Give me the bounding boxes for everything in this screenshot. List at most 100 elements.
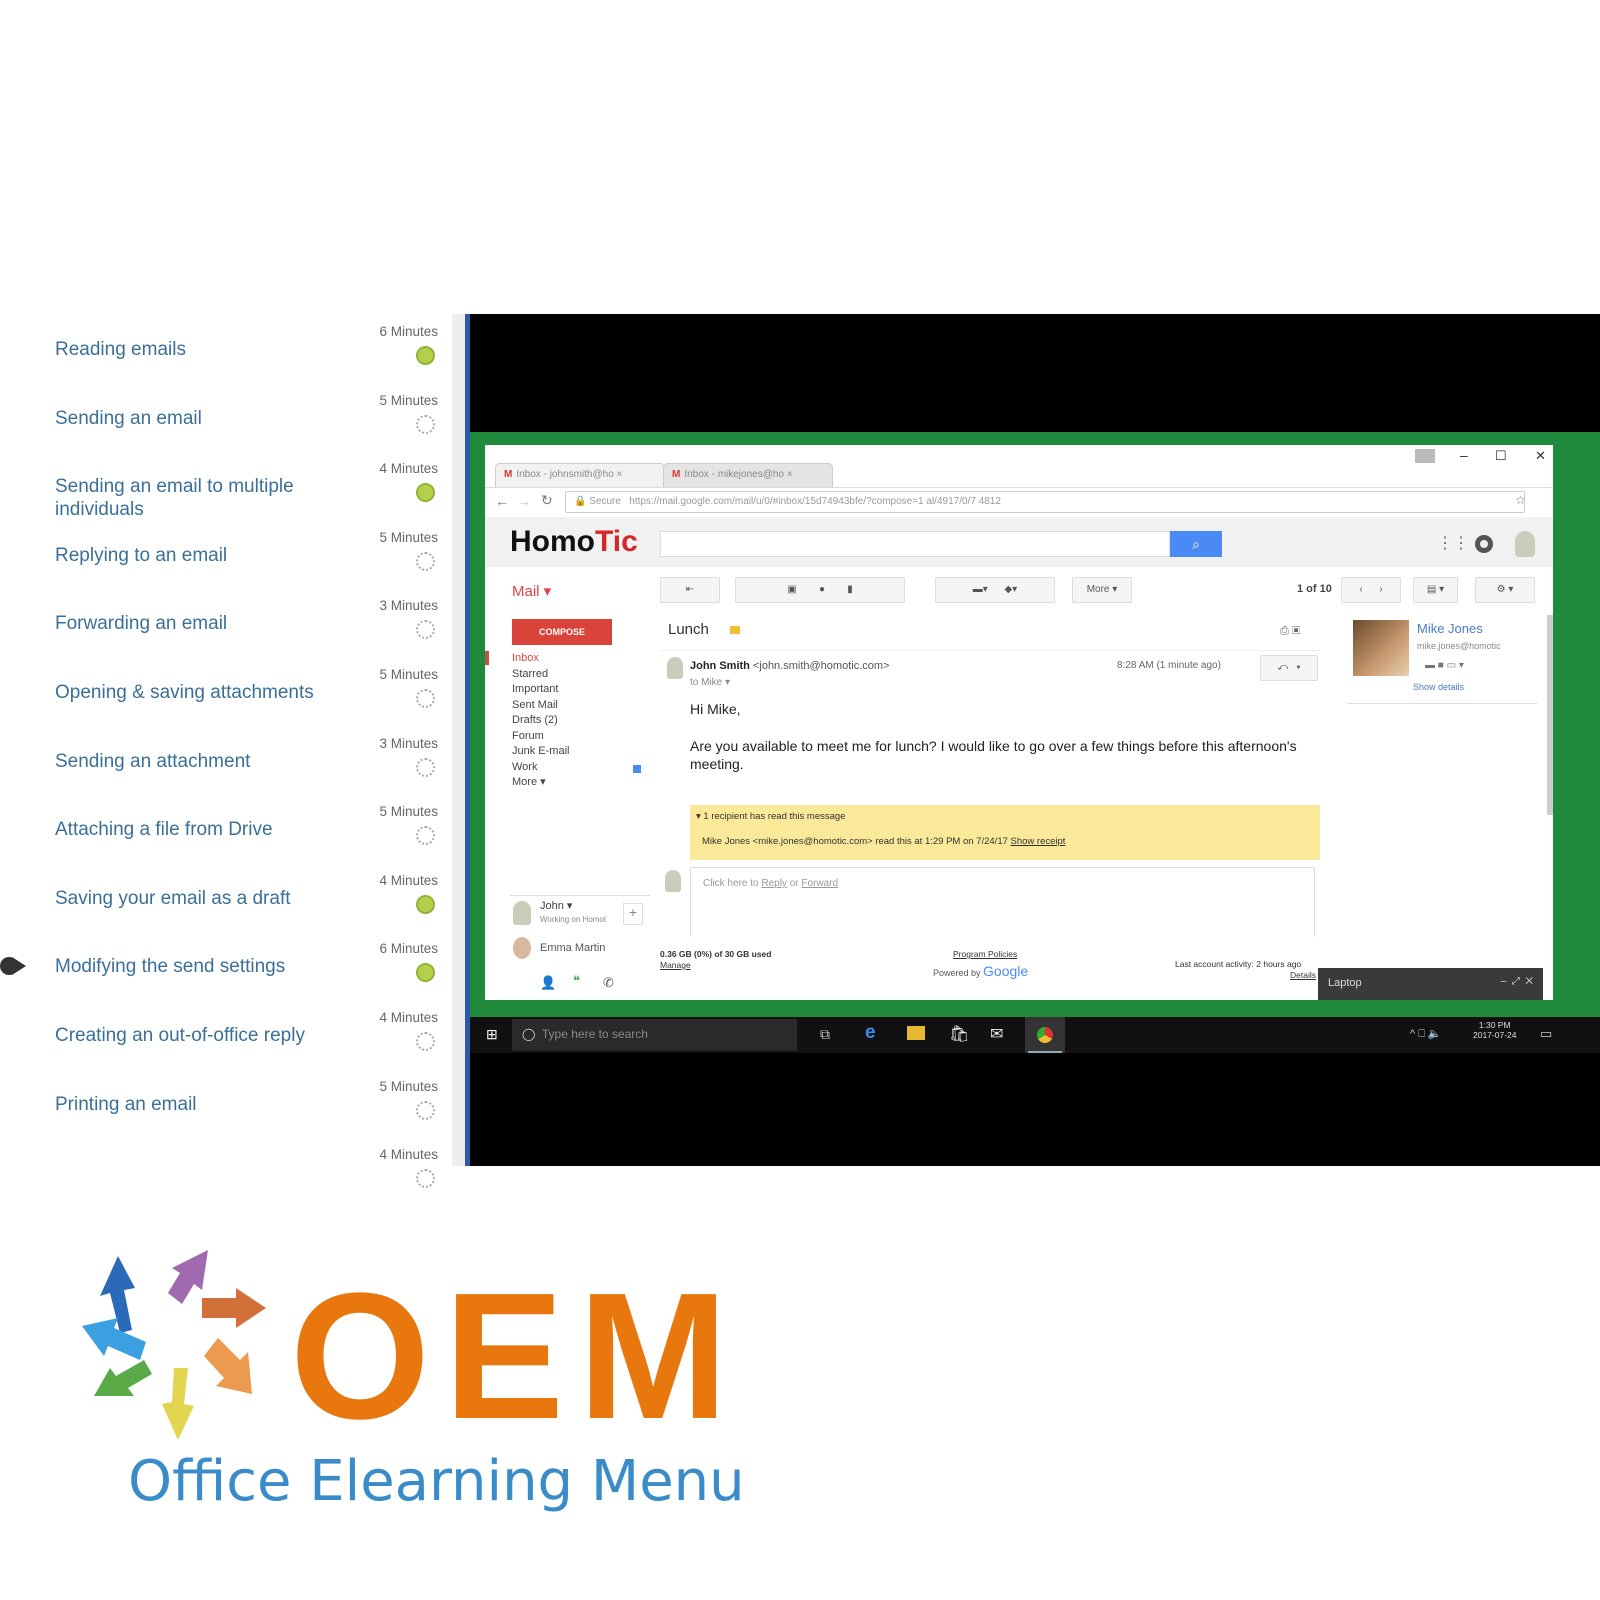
search-button[interactable]: ⌕ (1170, 531, 1222, 557)
lesson-item[interactable]: Reading emails 6 Minutes (0, 324, 450, 392)
lesson-item[interactable]: Attaching a file from Drive 5 Minutes (0, 804, 450, 872)
compose-button[interactable]: COMPOSE (512, 619, 612, 645)
windows-start-icon[interactable]: ⊞ (486, 1026, 498, 1043)
back-to-inbox-button[interactable]: ⇤ (660, 577, 720, 603)
mail-dropdown[interactable]: Mail ▾ (512, 582, 551, 600)
lesson-duration: 5 Minutes (379, 667, 438, 682)
star-icon[interactable]: ☆ (1515, 493, 1526, 507)
maximize-icon[interactable]: ☐ (1495, 448, 1507, 464)
folder-item[interactable]: Drafts (2) (512, 713, 622, 729)
lesson-item[interactable]: Sending an email to multiple individuals… (0, 461, 450, 529)
lesson-title[interactable]: Saving your email as a draft (55, 887, 345, 910)
lesson-title[interactable]: Forwarding an email (55, 612, 345, 635)
program-policies-link[interactable]: Program Policies (953, 949, 1017, 959)
reply-button[interactable]: ⤺ ▾ (1260, 655, 1318, 681)
lesson-item[interactable]: 4 Minutes (0, 1147, 450, 1189)
lesson-item[interactable]: Creating an out-of-office reply 4 Minutes (0, 1010, 450, 1078)
lesson-item[interactable]: Sending an attachment 3 Minutes (0, 736, 450, 804)
chat-contact-name[interactable]: John ▾ (540, 899, 572, 912)
minimize-icon[interactable]: – (1460, 447, 1468, 463)
lesson-item[interactable]: Saving your email as a draft 4 Minutes (0, 873, 450, 941)
receipt-header[interactable]: ▾ 1 recipient has read this message (696, 811, 845, 822)
print-icon[interactable]: ⎙ ▣ (1280, 625, 1300, 638)
lesson-title[interactable]: Modifying the send settings (55, 955, 345, 978)
account-avatar[interactable] (1515, 531, 1535, 557)
system-tray-icons[interactable]: ^ ⎕ 🔈 (1410, 1027, 1442, 1041)
input-tools-button[interactable]: ▤ ▾ (1413, 577, 1458, 603)
prev-next-buttons[interactable]: ‹ › (1341, 577, 1401, 603)
forward-icon[interactable]: → (517, 493, 531, 509)
page-scrollbar[interactable] (1547, 615, 1553, 815)
lesson-title[interactable]: Sending an email to multiple individuals (55, 475, 345, 521)
chrome-taskbar-button[interactable] (1025, 1017, 1065, 1053)
browser-tab-2[interactable]: M Inbox - mikejones@ho × (663, 463, 833, 487)
folder-item[interactable]: Inbox (512, 651, 622, 667)
address-bar[interactable]: 🔒 Secure https://mail.google.com/mail/u/… (565, 491, 1525, 513)
lesson-title[interactable]: Reading emails (55, 338, 345, 361)
details-link[interactable]: Details (1290, 970, 1316, 980)
reply-box[interactable]: Click here to Reply or Forward (690, 867, 1315, 937)
show-receipt-link[interactable]: Show receipt (1011, 836, 1066, 847)
folder-item[interactable]: Forum (512, 729, 622, 745)
contact-name[interactable]: Mike Jones (1417, 621, 1483, 636)
task-view-icon[interactable]: ⧉ (820, 1026, 830, 1043)
folder-item[interactable]: More ▾ (512, 775, 622, 791)
lesson-title[interactable]: Sending an email (55, 407, 345, 430)
not-started-status-icon (416, 826, 435, 846)
back-icon[interactable]: ← (495, 493, 509, 509)
taskbar-search[interactable]: ◯ Type here to search (512, 1019, 797, 1051)
sender-name[interactable]: John Smith (690, 660, 750, 672)
lesson-title[interactable]: Printing an email (55, 1093, 345, 1116)
settings-button[interactable]: ⚙ ▾ (1475, 577, 1535, 603)
important-marker-icon[interactable] (730, 626, 740, 634)
folder-item[interactable]: Junk E-mail (512, 744, 622, 760)
lesson-title[interactable]: Opening & saving attachments (55, 681, 345, 704)
chat-window-controls[interactable]: – ⤢ ✕ (1501, 976, 1533, 987)
recipient-line[interactable]: to Mike ▾ (690, 677, 730, 688)
notifications-icon[interactable] (1475, 535, 1493, 553)
store-icon[interactable]: 🛍 (949, 1024, 969, 1044)
chat-window[interactable]: Laptop – ⤢ ✕ (1318, 968, 1543, 1000)
move-label-buttons[interactable]: ▬▾ ◆▾ (935, 577, 1055, 603)
lesson-title[interactable]: Sending an attachment (55, 750, 345, 773)
lesson-item[interactable]: Forwarding an email 3 Minutes (0, 598, 450, 666)
lesson-duration: 3 Minutes (379, 598, 438, 614)
archive-spam-delete-buttons[interactable]: ▣ ● ▮ (735, 577, 905, 603)
browser-tab-1[interactable]: M Inbox - johnsmith@ho × (495, 463, 665, 487)
taskbar-clock[interactable]: 1:30 PM 2017-07-24 (1473, 1020, 1516, 1040)
lesson-item[interactable]: Sending an email 5 Minutes (0, 393, 450, 461)
homotic-logo[interactable]: HomoTic (510, 525, 638, 559)
show-details-link[interactable]: Show details (1413, 682, 1464, 692)
forward-link[interactable]: Forward (801, 878, 838, 889)
action-center-icon[interactable]: ▭ (1540, 1026, 1552, 1042)
edge-icon[interactable]: e (865, 1022, 876, 1044)
file-explorer-icon[interactable] (907, 1026, 925, 1040)
manage-link[interactable]: Manage (660, 960, 691, 970)
lesson-item[interactable]: Replying to an email 5 Minutes (0, 530, 450, 598)
add-chat-icon[interactable]: + (623, 903, 643, 925)
profile-icon[interactable] (1415, 449, 1435, 463)
lesson-item[interactable]: Modifying the send settings 6 Minutes (0, 941, 450, 1009)
mail-app-icon[interactable]: ✉ (990, 1024, 1003, 1044)
folder-item[interactable]: Starred (512, 667, 622, 683)
apps-grid-icon[interactable]: ⋮⋮ (1437, 533, 1469, 553)
chat-contact-name[interactable]: Emma Martin (540, 942, 605, 954)
lesson-list-scrollbar[interactable] (452, 314, 466, 1166)
more-button[interactable]: More ▾ (1072, 577, 1132, 603)
lesson-item[interactable]: Printing an email 5 Minutes (0, 1079, 450, 1147)
contacts-icon[interactable]: 👤 (540, 975, 556, 991)
lesson-title[interactable]: Creating an out-of-office reply (55, 1024, 345, 1047)
lesson-title[interactable]: Replying to an email (55, 544, 345, 567)
lesson-title[interactable]: Attaching a file from Drive (55, 818, 345, 841)
folder-item[interactable]: Important (512, 682, 622, 698)
folder-item[interactable]: Work (512, 760, 622, 776)
folder-item[interactable]: Sent Mail (512, 698, 622, 714)
lesson-item[interactable]: Opening & saving attachments 5 Minutes (0, 667, 450, 735)
hangouts-icon[interactable]: ❝ (573, 973, 580, 989)
reload-icon[interactable]: ↻ (541, 492, 553, 509)
mail-search-input[interactable] (660, 531, 1170, 557)
phone-icon[interactable]: ✆ (603, 975, 614, 991)
reply-link[interactable]: Reply (761, 878, 787, 889)
contact-actions-icons[interactable]: ▬ ■ ▭ ▾ (1425, 660, 1464, 671)
close-icon[interactable]: ✕ (1535, 448, 1546, 464)
